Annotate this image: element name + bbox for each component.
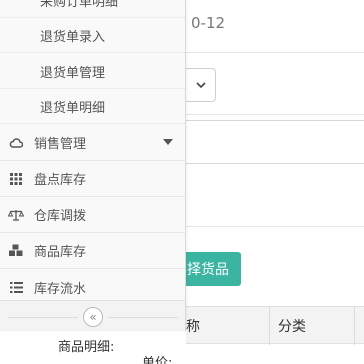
sidebar-item-stock-count[interactable]: 盘点库存 bbox=[0, 161, 185, 197]
divider bbox=[186, 52, 364, 53]
grid-icon bbox=[8, 171, 24, 187]
caret-down-icon bbox=[163, 139, 173, 145]
table-header-name: 称 bbox=[186, 319, 200, 335]
price-label: 单价: bbox=[142, 356, 173, 364]
divider bbox=[108, 317, 178, 318]
sidebar-item-return-management[interactable]: 退货单管理 bbox=[0, 54, 185, 89]
sidebar-item-goods-stock[interactable]: 商品库存 bbox=[0, 233, 185, 269]
sidebar-item-sales-management[interactable]: 销售管理 bbox=[0, 125, 185, 161]
divider bbox=[186, 114, 364, 115]
collapse-sidebar-icon[interactable]: « bbox=[83, 307, 103, 327]
chevron-down-icon bbox=[195, 82, 206, 89]
sidebar-item-label: 盘点库存 bbox=[34, 173, 87, 188]
sidebar: 采购订单明细 退货单录入 退货单管理 退货单明细 销售管理 盘点库存 仓库调拨 … bbox=[0, 0, 186, 331]
sidebar-item-label: 仓库调拨 bbox=[34, 209, 87, 224]
list-icon bbox=[8, 279, 24, 295]
goods-detail-label: 商品明细: bbox=[58, 340, 115, 355]
balance-scale-icon bbox=[8, 207, 24, 223]
order-date-value: 0-12 bbox=[191, 14, 226, 32]
sidebar-item-label: 商品库存 bbox=[34, 245, 87, 260]
sidebar-item-purchase-order-detail[interactable]: 采购订单明细 bbox=[0, 0, 185, 18]
sidebar-item-warehouse-transfer[interactable]: 仓库调拨 bbox=[0, 197, 185, 233]
sidebar-item-return-detail[interactable]: 退货单明细 bbox=[0, 89, 185, 124]
sidebar-item-return-entry[interactable]: 退货单录入 bbox=[0, 18, 185, 53]
sidebar-item-label: 库存流水 bbox=[34, 281, 87, 297]
sidebar-item-label: 销售管理 bbox=[34, 137, 87, 152]
app-window: 0-12 择货品 称 分类 商品明细: 单价: 采购订单明细 退货单录入 退货单… bbox=[0, 0, 364, 364]
warehouse-select[interactable] bbox=[186, 68, 216, 102]
remark-input[interactable] bbox=[186, 120, 364, 164]
table-header-separator bbox=[354, 307, 355, 345]
cloud-icon bbox=[8, 135, 24, 151]
sidebar-collapse-bar: « bbox=[0, 300, 185, 331]
select-goods-button[interactable]: 择货品 bbox=[186, 252, 241, 286]
divider bbox=[186, 226, 364, 227]
table-header-separator bbox=[269, 307, 270, 345]
divider bbox=[8, 317, 78, 318]
table-header-category: 分类 bbox=[278, 319, 306, 335]
cubes-icon bbox=[8, 243, 24, 259]
goods-table-header: 称 分类 bbox=[186, 306, 364, 345]
